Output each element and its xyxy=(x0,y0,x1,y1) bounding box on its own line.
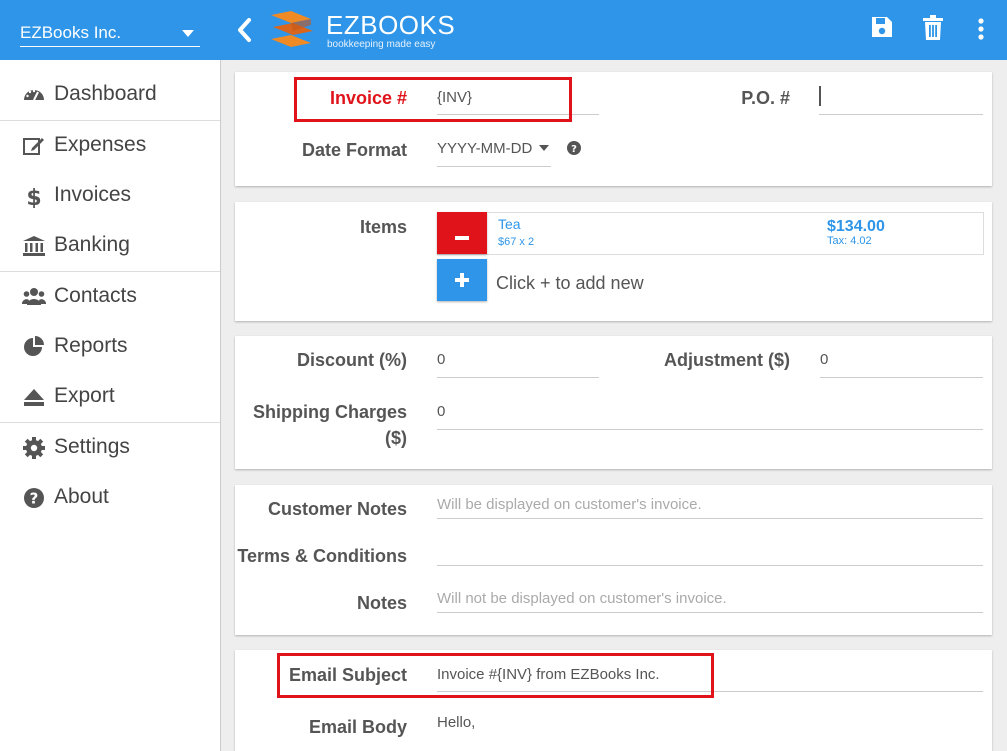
sidebar: Dashboard Expenses $ Invoices Banking Co… xyxy=(0,60,221,751)
dashboard-icon xyxy=(24,89,44,101)
plus-icon xyxy=(455,273,469,287)
remove-item-button[interactable] xyxy=(437,212,487,254)
notes-field[interactable]: Will not be displayed on customer's invo… xyxy=(437,590,727,607)
sidebar-item-banking[interactable]: Banking xyxy=(0,226,220,266)
sidebar-item-label: Reports xyxy=(54,334,128,357)
svg-text:?: ? xyxy=(30,490,39,508)
customer-notes-label: Customer Notes xyxy=(267,499,407,519)
customer-notes-underline xyxy=(437,518,983,519)
date-format-value: YYYY-MM-DD xyxy=(437,140,533,157)
sidebar-item-label: Banking xyxy=(54,233,130,256)
customer-notes-field[interactable]: Will be displayed on customer's invoice. xyxy=(437,496,702,513)
sidebar-item-label: Invoices xyxy=(54,183,132,206)
sidebar-divider xyxy=(0,120,220,121)
item-amount: $134.00 xyxy=(827,218,885,235)
sidebar-item-label: Export xyxy=(54,384,115,407)
notes-underline xyxy=(437,612,983,613)
discount-field[interactable]: 0 xyxy=(437,351,445,368)
po-number-field[interactable] xyxy=(819,86,821,106)
gear-icon xyxy=(23,437,45,459)
terms-underline xyxy=(437,565,983,566)
po-number-underline xyxy=(819,114,983,115)
adjustment-label: Adjustment ($) xyxy=(664,350,790,370)
sidebar-item-invoices[interactable]: $ Invoices xyxy=(0,176,220,216)
pie-chart-icon xyxy=(24,336,44,356)
help-icon[interactable]: ? xyxy=(567,141,581,155)
sidebar-item-contacts[interactable]: Contacts xyxy=(0,277,220,317)
minus-icon xyxy=(455,236,469,240)
users-icon xyxy=(22,288,46,305)
sidebar-divider xyxy=(0,422,220,423)
discount-label: Discount (%) xyxy=(297,350,407,370)
edit-icon xyxy=(23,138,44,155)
sidebar-item-label: Expenses xyxy=(54,133,147,156)
add-item-hint: Click + to add new xyxy=(496,273,644,293)
sidebar-item-reports[interactable]: Reports xyxy=(0,327,220,367)
sidebar-item-expenses[interactable]: Expenses xyxy=(0,126,220,166)
po-number-label: P.O. # xyxy=(741,88,790,108)
ezbooks-logo xyxy=(271,11,313,47)
sidebar-item-label: Contacts xyxy=(54,284,137,307)
caret-down-icon xyxy=(182,30,194,37)
back-chevron-icon[interactable] xyxy=(236,17,254,43)
sidebar-item-about[interactable]: ? About xyxy=(0,478,220,518)
highlight-email-subject xyxy=(277,653,714,698)
question-icon: ? xyxy=(24,488,44,508)
svg-text:?: ? xyxy=(571,144,577,155)
bank-icon xyxy=(23,236,45,256)
notes-card: Customer Notes Will be displayed on cust… xyxy=(235,485,992,635)
sidebar-divider xyxy=(0,271,220,272)
notes-label: Notes xyxy=(356,593,407,613)
sidebar-item-label: Settings xyxy=(54,435,130,458)
shipping-label-unit: ($) xyxy=(385,428,407,448)
items-card: Items Tea $67 x 2 $134.00 Tax: 4.02 Clic… xyxy=(235,202,992,321)
sidebar-item-settings[interactable]: Settings xyxy=(0,428,220,468)
discount-underline xyxy=(437,377,599,378)
sidebar-item-dashboard[interactable]: Dashboard xyxy=(0,75,220,115)
adjustment-field[interactable]: 0 xyxy=(820,351,828,368)
terms-field[interactable] xyxy=(437,543,983,563)
brand-tagline: bookkeeping made easy xyxy=(327,39,436,50)
save-icon[interactable] xyxy=(871,15,893,39)
highlight-invoice-number xyxy=(294,77,572,122)
items-label: Items xyxy=(359,217,407,237)
date-format-underline xyxy=(437,166,551,167)
company-selector[interactable]: EZBooks Inc. xyxy=(20,12,200,47)
item-row[interactable]: Tea $67 x 2 $134.00 Tax: 4.02 xyxy=(437,212,984,255)
svg-text:$: $ xyxy=(26,186,41,208)
trash-icon[interactable] xyxy=(922,15,944,41)
date-format-label: Date Format xyxy=(301,140,407,160)
shipping-underline xyxy=(437,429,983,430)
caret-down-icon xyxy=(539,145,549,151)
shipping-field[interactable]: 0 xyxy=(437,403,445,420)
shipping-label: Shipping Charges xyxy=(252,402,407,422)
adjustment-underline xyxy=(820,377,983,378)
sidebar-item-label: Dashboard xyxy=(54,82,157,105)
brand-name: EZBOOKS xyxy=(326,10,456,40)
more-vert-icon[interactable] xyxy=(977,17,985,41)
eject-icon xyxy=(24,389,44,406)
item-detail: $67 x 2 xyxy=(498,236,535,248)
email-body-field[interactable]: Hello, xyxy=(437,714,475,731)
sidebar-item-export[interactable]: Export xyxy=(0,377,220,417)
charges-card: Discount (%) 0 Adjustment ($) 0 Shipping… xyxy=(235,336,992,469)
add-item-button[interactable] xyxy=(437,259,487,301)
company-name: EZBooks Inc. xyxy=(20,23,122,42)
top-bar: EZBooks Inc. EZBOOKS bookkeeping made ea… xyxy=(0,0,1007,60)
terms-label: Terms & Conditions xyxy=(237,546,407,566)
dollar-icon: $ xyxy=(26,186,41,208)
item-name: Tea xyxy=(498,216,521,232)
sidebar-item-label: About xyxy=(54,485,109,508)
email-body-label: Email Body xyxy=(308,717,407,737)
item-tax: Tax: 4.02 xyxy=(827,235,872,247)
